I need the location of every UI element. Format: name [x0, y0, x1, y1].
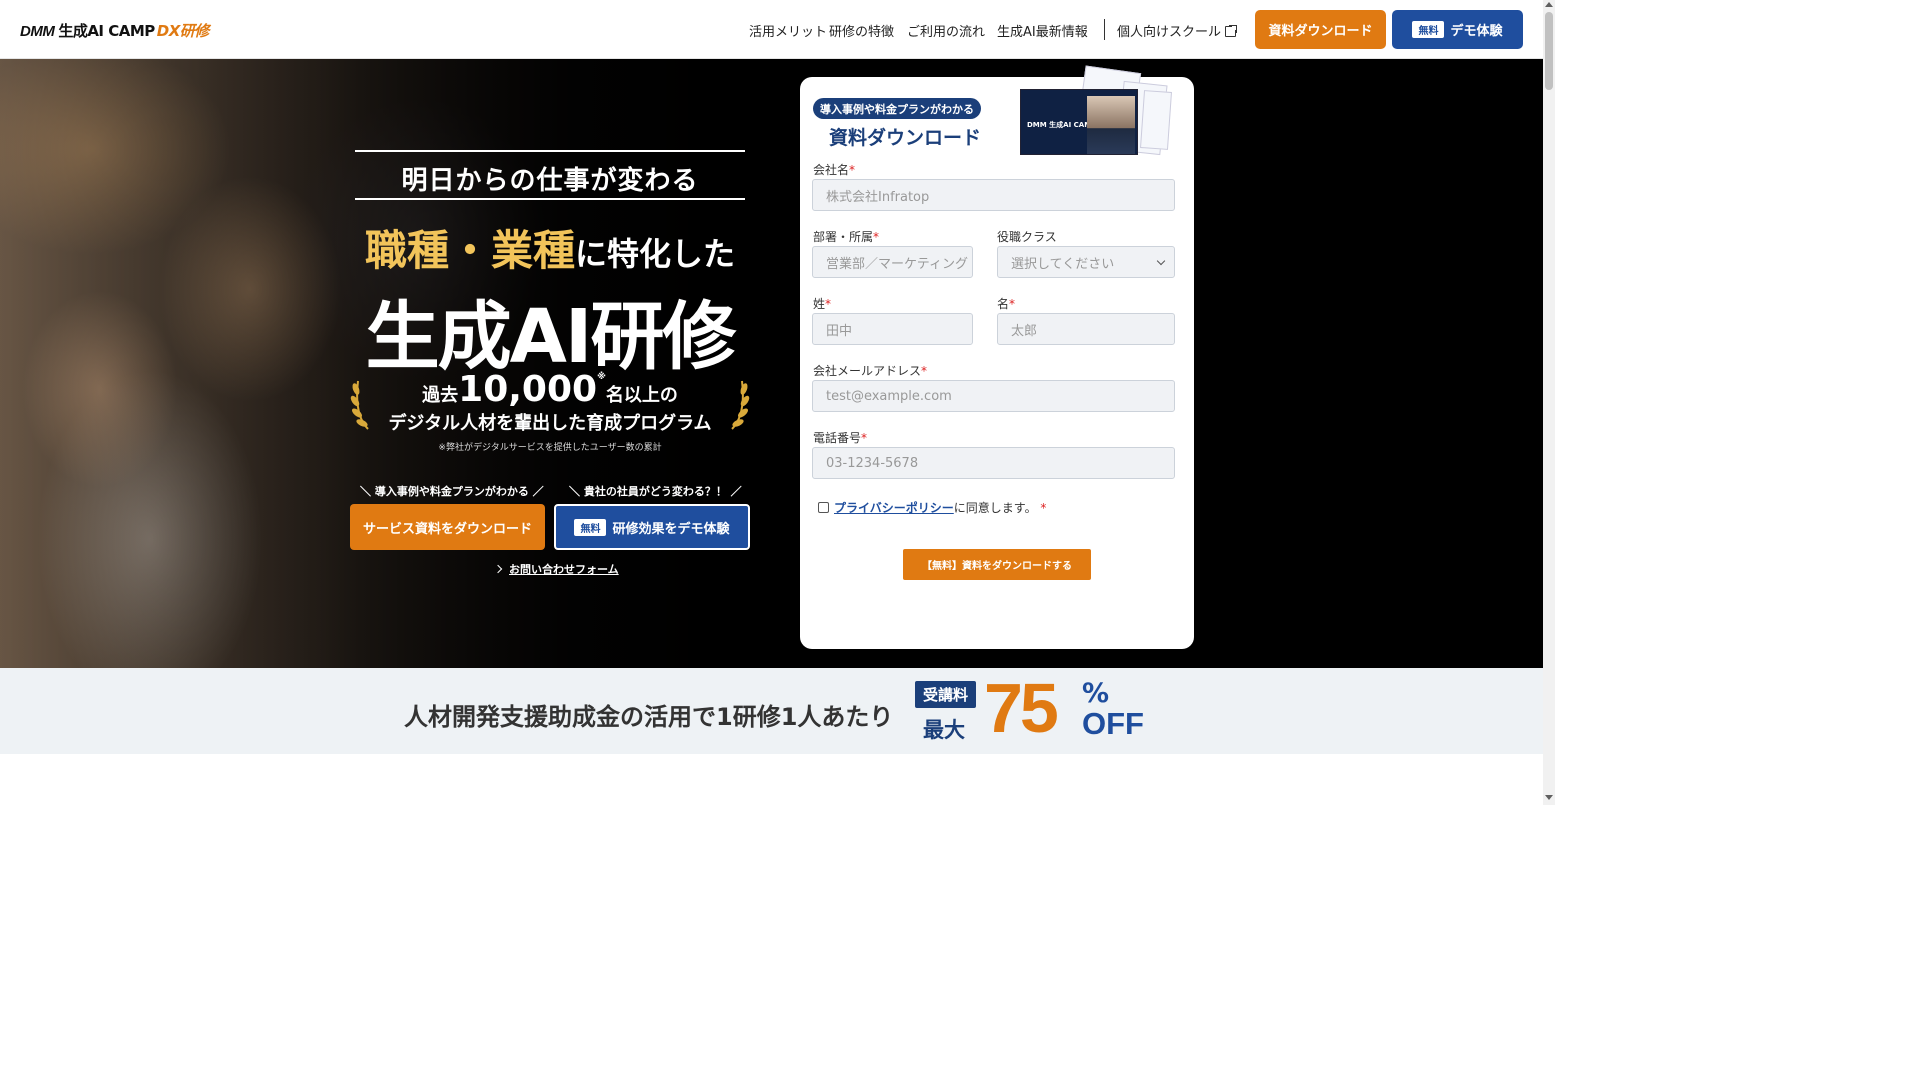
nav-ai-news[interactable]: 生成AI最新情報	[997, 21, 1088, 40]
hero-section: 明日からの仕事が変わる 職種・業種に特化した 生成AI研修 過去10,000※ 名…	[0, 59, 1543, 668]
department-input[interactable]: 営業部／マーケティング	[812, 246, 973, 278]
logo-dx: DX研修	[156, 22, 210, 40]
cta-left-caption: ＼ 導入事例や料金プランがわかる ／	[360, 485, 544, 498]
scroll-thumb[interactable]	[1545, 12, 1553, 90]
nav-benefits[interactable]: 活用メリット	[749, 21, 827, 40]
banner-number: 75	[984, 669, 1059, 747]
stat-mark: ※	[597, 372, 606, 382]
privacy-policy-link[interactable]: プライバシーポリシー	[834, 501, 954, 515]
demo-trial-label: 研修効果をデモ体験	[612, 521, 730, 537]
demo-trial-button[interactable]: 無料 研修効果をデモ体験	[554, 504, 750, 550]
service-download-button[interactable]: サービス資料をダウンロード	[350, 504, 545, 550]
contact-form-link[interactable]: お問い合わせフォーム	[493, 561, 619, 577]
banner-percent: %	[1082, 678, 1110, 709]
email-input[interactable]: test@example.com	[812, 380, 1175, 412]
nav-personal-school-label: 個人向けスクール	[1117, 25, 1222, 40]
position-label: 役職クラス	[997, 230, 1057, 244]
stat-prefix: 過去	[422, 385, 459, 406]
last-name-label: 姓*	[813, 297, 832, 311]
contact-form-label: お問い合わせフォーム	[509, 563, 619, 576]
header-demo-button[interactable]: 無料 デモ体験	[1392, 10, 1523, 49]
email-label: 会社メールアドレス*	[813, 364, 928, 378]
phone-input[interactable]: 03-1234-5678	[812, 447, 1175, 479]
nav-personal-school[interactable]: 個人向けスクール	[1117, 21, 1239, 40]
headline-rest: に特化した	[575, 235, 736, 273]
scroll-down-icon[interactable]	[1545, 795, 1553, 800]
download-form-card: 導入事例や料金プランがわかる 資料ダウンロード DMM 生成AI CAMP DX…	[800, 65, 1194, 649]
hero-headline-main: 生成AI研修	[365, 294, 737, 380]
chevron-right-icon	[493, 564, 503, 574]
company-input[interactable]: 株式会社Infratop	[812, 179, 1175, 211]
last-name-input[interactable]: 田中	[812, 313, 973, 345]
header-download-button[interactable]: 資料ダウンロード	[1255, 10, 1386, 49]
hero-stat: 過去10,000※ 名以上の	[350, 369, 750, 410]
nav-flow[interactable]: ご利用の流れ	[907, 21, 985, 40]
site-logo[interactable]: DMM 生成AI CAMP DX研修	[20, 20, 209, 41]
free-tag: 無料	[574, 518, 607, 536]
hero-stat-note: ※弊社がデジタルサービスを提供したユーザー数の累計	[438, 443, 662, 453]
header-demo-label: デモ体験	[1450, 24, 1503, 39]
divider-line	[355, 198, 745, 200]
stat-number: 10,000	[458, 369, 598, 410]
company-label: 会社名*	[813, 163, 856, 177]
form-title: 資料ダウンロード	[829, 127, 982, 149]
page-scrollbar[interactable]	[1543, 0, 1555, 805]
banner-badge: 受講料	[915, 681, 976, 708]
form-submit-button[interactable]: 【無料】資料をダウンロードする	[903, 549, 1091, 580]
nav-features[interactable]: 研修の特徴	[829, 21, 894, 40]
logo-dmm: DMM	[20, 23, 55, 40]
first-name-input[interactable]: 太郎	[997, 313, 1175, 345]
consent-text: に同意します。	[953, 501, 1037, 515]
external-link-icon	[1225, 24, 1239, 37]
brochure-page	[1140, 90, 1172, 150]
logo-camp: 生成AI CAMP	[58, 22, 155, 40]
divider-line	[355, 150, 745, 152]
hero-headline-line1: 職種・業種に特化した	[350, 217, 750, 278]
hero-sub-headline: 明日からの仕事が変わる	[401, 166, 699, 196]
banner-max: 最大	[923, 718, 965, 742]
position-select[interactable]: 選択してください	[997, 246, 1175, 278]
privacy-checkbox[interactable]	[818, 502, 829, 513]
brochure-image: DMM 生成AI CAMP DX研修	[1020, 65, 1180, 159]
banner-text: 人材開発支援助成金の活用で1研修1人あたり	[404, 703, 894, 731]
banner-off: OFF	[1082, 706, 1144, 741]
cta-right-caption: ＼ 貴社の社員がどう変わる？！ ／	[569, 485, 742, 498]
site-header: DMM 生成AI CAMP DX研修 活用メリット 研修の特徴 ご利用の流れ 生…	[0, 0, 1543, 59]
department-label: 部署・所属*	[813, 230, 880, 244]
brochure-people-photo	[1087, 96, 1135, 154]
privacy-consent: プライバシーポリシーに同意します。 *	[834, 499, 1046, 516]
phone-label: 電話番号*	[813, 431, 868, 445]
subsidy-banner: 人材開発支援助成金の活用で1研修1人あたり 受講料 最大 75 % OFF	[0, 668, 1543, 754]
free-tag: 無料	[1412, 21, 1445, 38]
stat-suffix: 名以上の	[605, 385, 678, 406]
brochure-cover: DMM 生成AI CAMP DX研修	[1020, 89, 1138, 155]
headline-highlight: 職種・業種	[364, 226, 575, 275]
nav-divider	[1104, 19, 1105, 40]
scroll-up-icon[interactable]	[1545, 2, 1553, 7]
hero-stat-sub: デジタル人材を輩出した育成プログラム	[388, 413, 712, 434]
position-select-value: 選択してください	[1011, 256, 1115, 272]
consent-required: *	[1040, 501, 1047, 515]
form-pill: 導入事例や料金プランがわかる	[813, 98, 981, 119]
first-name-label: 名*	[997, 297, 1016, 311]
